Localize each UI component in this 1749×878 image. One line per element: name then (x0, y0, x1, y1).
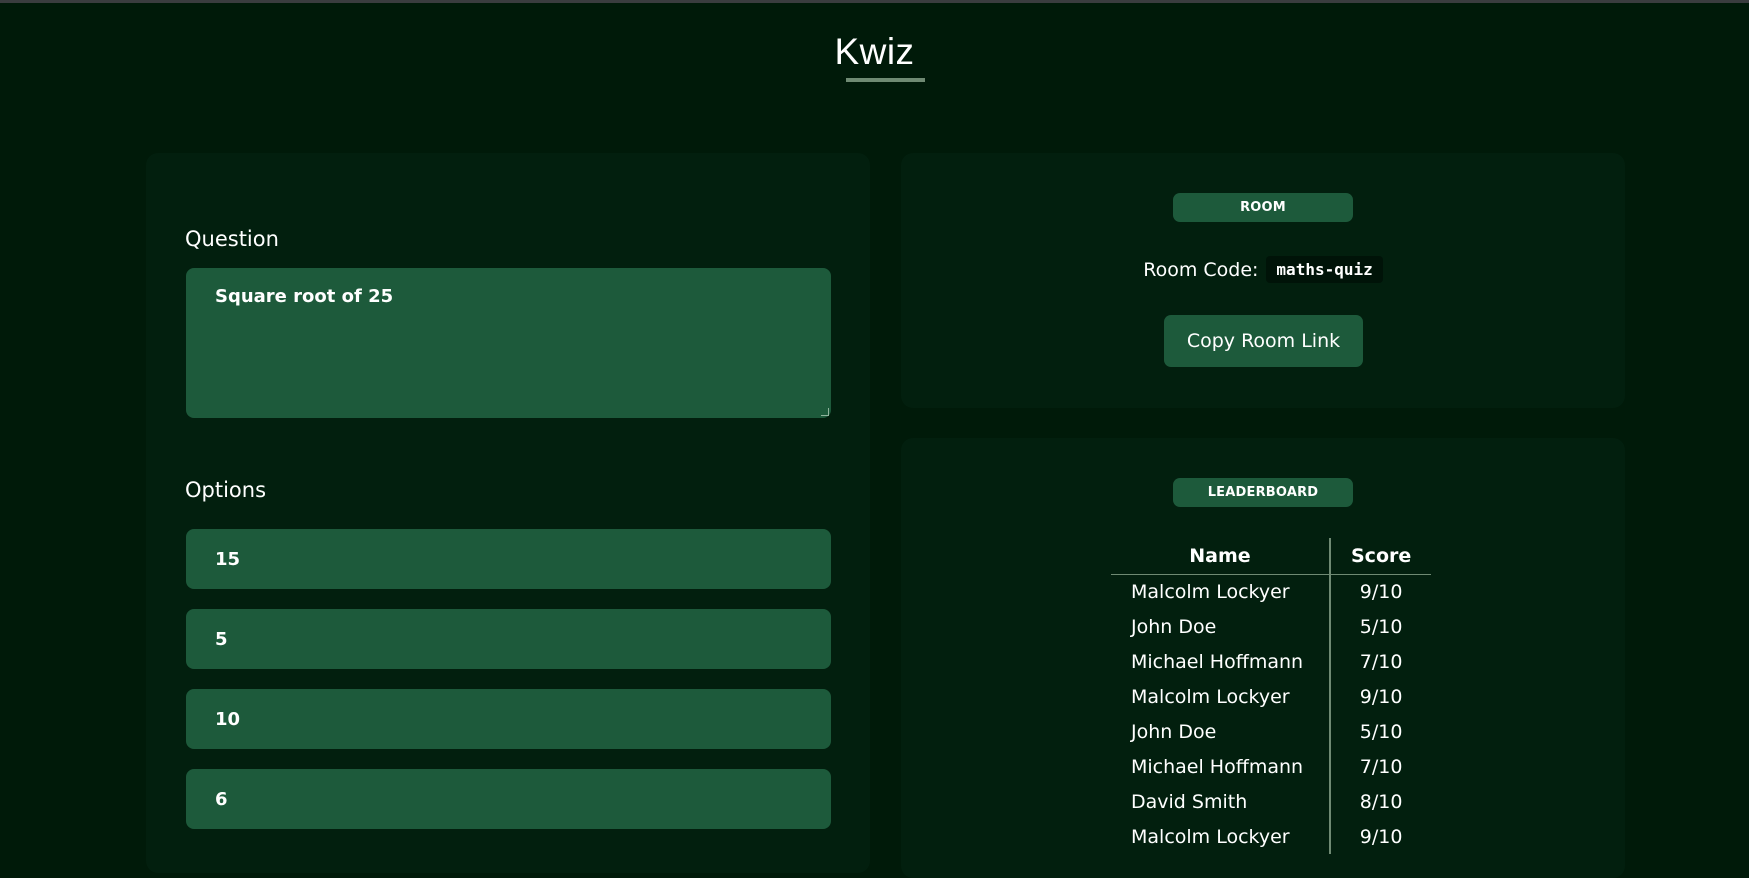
table-row: Malcolm Lockyer 9/10 (1111, 574, 1431, 609)
room-code-row: Room Code: maths-quiz (901, 256, 1625, 283)
leaderboard-card: LEADERBOARD Name Score Malcolm Lockyer 9… (901, 438, 1625, 878)
player-name: Malcolm Lockyer (1111, 679, 1331, 714)
option-input-3[interactable]: 10 (186, 689, 831, 749)
player-score: 7/10 (1359, 755, 1403, 778)
table-row: Michael Hoffmann 7/10 (1111, 644, 1431, 679)
room-card: ROOM Room Code: maths-quiz Copy Room Lin… (901, 153, 1625, 408)
room-badge: ROOM (1173, 193, 1353, 222)
title-underline (846, 78, 925, 82)
player-score: 9/10 (1359, 825, 1403, 848)
leaderboard-badge: LEADERBOARD (1173, 478, 1353, 507)
player-score: 8/10 (1359, 790, 1403, 813)
table-row: Malcolm Lockyer 9/10 (1111, 679, 1431, 714)
leaderboard-table: Name Score Malcolm Lockyer 9/10 John Doe… (1111, 538, 1432, 854)
player-score: 9/10 (1359, 580, 1403, 603)
player-score: 9/10 (1359, 685, 1403, 708)
player-name: Michael Hoffmann (1111, 749, 1331, 784)
option-input-4[interactable]: 6 (186, 769, 831, 829)
leaderboard-header-row: Name Score (1111, 538, 1432, 574)
player-name: Malcolm Lockyer (1111, 819, 1331, 854)
copy-room-link-button[interactable]: Copy Room Link (1164, 315, 1363, 367)
player-score: 5/10 (1359, 720, 1403, 743)
player-name: Malcolm Lockyer (1111, 574, 1331, 609)
table-row: Michael Hoffmann 7/10 (1111, 749, 1431, 784)
column-header-score: Score (1351, 544, 1412, 567)
player-name: Michael Hoffmann (1111, 644, 1331, 679)
player-name: John Doe (1111, 714, 1331, 749)
option-input-1[interactable]: 15 (186, 529, 831, 589)
table-row: David Smith 8/10 (1111, 784, 1431, 819)
table-row: John Doe 5/10 (1111, 714, 1431, 749)
player-score: 7/10 (1359, 650, 1403, 673)
room-code-label: Room Code: (1143, 258, 1259, 281)
question-label: Question (185, 227, 279, 251)
player-name: David Smith (1111, 784, 1331, 819)
question-editor-card: Question Square root of 25 Options 15 5 … (146, 153, 870, 873)
option-input-2[interactable]: 5 (186, 609, 831, 669)
window-top-border (0, 0, 1749, 3)
textarea-resize-handle[interactable] (821, 408, 829, 416)
options-label: Options (185, 478, 267, 502)
app-title: Kwiz (834, 31, 915, 72)
table-row: Malcolm Lockyer 9/10 (1111, 819, 1431, 854)
room-code-value: maths-quiz (1266, 256, 1383, 283)
question-textarea[interactable]: Square root of 25 (186, 268, 831, 418)
table-row: John Doe 5/10 (1111, 609, 1431, 644)
column-header-name: Name (1111, 538, 1331, 574)
player-score: 5/10 (1359, 615, 1403, 638)
player-name: John Doe (1111, 609, 1331, 644)
